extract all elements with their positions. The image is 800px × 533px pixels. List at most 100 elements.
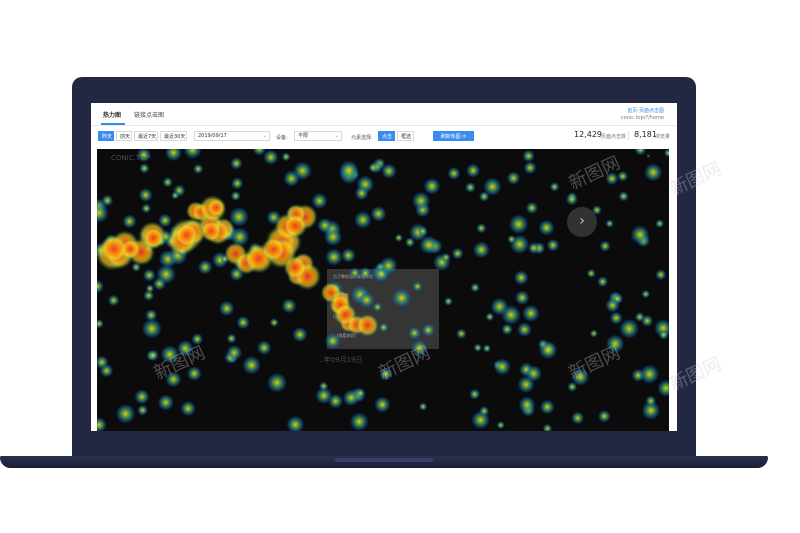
heat-blob: [408, 326, 421, 340]
heat-blob: [180, 400, 196, 417]
heat-blob: [630, 225, 650, 244]
tab-link-click-map[interactable]: 链接点击图: [134, 110, 164, 119]
tab-heatmap[interactable]: 热力图: [103, 110, 121, 119]
heat-blob: [219, 300, 235, 317]
heat-blob: [470, 283, 480, 293]
heat-blob: [370, 206, 387, 222]
heat-hotspot: [200, 220, 222, 242]
heat-blob: [141, 318, 162, 339]
chevron-down-icon: ⌄: [334, 133, 339, 139]
heat-blob: [143, 268, 156, 282]
element-option-box-select[interactable]: 框选: [397, 131, 414, 141]
heat-blob: [469, 388, 481, 400]
heat-blob: [523, 161, 537, 175]
heat-blob: [354, 186, 369, 201]
stat-divider: [628, 131, 629, 141]
heat-blob: [571, 411, 585, 425]
heat-blob: [599, 240, 611, 252]
heat-blob: [263, 149, 279, 165]
heat-blob: [226, 333, 237, 344]
heat-blob: [173, 184, 186, 197]
heat-blob: [368, 163, 378, 173]
heat-blob: [473, 241, 490, 259]
heat-blob: [538, 340, 558, 360]
device-label: 设备:: [276, 135, 288, 141]
heat-blob: [644, 163, 663, 182]
heat-blob: [525, 201, 538, 214]
date-picker[interactable]: 2019/09/17 ⌄: [194, 131, 270, 141]
date-value: 2019/09/17: [198, 133, 227, 139]
chevron-down-icon: ⌄: [262, 133, 267, 139]
heat-blob: [525, 365, 542, 382]
heat-hotspot: [206, 198, 226, 217]
heat-blob: [451, 247, 464, 260]
range-button-7-days[interactable]: 最近7天: [134, 131, 158, 141]
heat-blob: [97, 279, 104, 294]
range-button-yesterday[interactable]: 昨天: [98, 131, 114, 141]
heat-blob: [493, 358, 511, 376]
heat-blob: [645, 395, 657, 407]
heat-blob: [496, 421, 505, 430]
breadcrumb[interactable]: 首页-页面点击图: [627, 107, 664, 114]
heat-blob: [378, 322, 389, 333]
heat-blob: [641, 289, 650, 299]
heat-blob: [473, 343, 482, 352]
heat-blob: [540, 399, 555, 415]
heat-blob: [514, 290, 530, 305]
refresh-heatmap-button[interactable]: 刷新热图 ⟳: [433, 131, 474, 141]
heat-blob: [381, 163, 397, 179]
heat-blob: [193, 163, 204, 174]
heat-blob: [501, 323, 513, 335]
heat-blob: [664, 149, 669, 158]
heat-blob: [107, 294, 120, 307]
device-select[interactable]: 不限 ⌄: [294, 131, 342, 141]
heat-blob: [359, 267, 372, 280]
heat-blob: [311, 193, 328, 209]
heat-blob: [565, 193, 578, 206]
heat-blob: [136, 149, 151, 163]
heat-blob: [97, 203, 109, 223]
heat-blob: [122, 214, 137, 229]
page-url: conic.top/?/home: [620, 115, 664, 121]
heat-hotspot: [261, 237, 286, 262]
heat-blob: [283, 170, 300, 187]
heat-blob: [419, 402, 428, 411]
heat-blob: [447, 167, 461, 180]
heat-blob: [639, 364, 660, 384]
heat-blob: [267, 372, 287, 393]
heat-blob: [152, 277, 166, 291]
element-option-click[interactable]: 点击: [378, 131, 395, 141]
heat-blob: [655, 219, 664, 228]
heat-blob: [281, 152, 291, 162]
heat-blob: [598, 410, 611, 423]
heat-blob: [619, 318, 639, 339]
heat-blob: [419, 235, 438, 255]
heat-blob: [597, 276, 609, 288]
heat-blob: [517, 322, 532, 337]
heat-blob: [412, 191, 430, 210]
heat-blob: [138, 188, 153, 202]
heat-blob: [549, 182, 560, 192]
heat-blob: [658, 329, 669, 340]
heat-blob: [618, 191, 629, 202]
heat-blob: [281, 298, 297, 314]
heatmap-canvas[interactable]: CONIC.TOP ✕ › 为了降低您的观看体验 ...的设置 (注意...) …: [97, 149, 669, 431]
heat-blob: [197, 259, 213, 275]
range-button-day-before[interactable]: 前天: [116, 131, 132, 141]
heat-blob: [542, 423, 553, 431]
refresh-icon: ⟳: [462, 134, 467, 140]
heat-blob: [586, 268, 596, 278]
heat-blob: [538, 219, 555, 236]
heat-blob: [592, 205, 602, 215]
heat-hotspot: [283, 255, 307, 280]
heat-blob: [634, 312, 645, 322]
heat-hotspot: [283, 213, 308, 238]
heat-blob: [325, 248, 343, 266]
heat-blob: [315, 387, 333, 404]
heat-blob: [349, 412, 369, 431]
heat-blob: [226, 344, 243, 361]
heat-blob: [518, 396, 536, 413]
heat-blob: [339, 160, 359, 181]
heat-blob: [355, 388, 365, 398]
range-button-30-days[interactable]: 最近30天: [160, 131, 187, 141]
